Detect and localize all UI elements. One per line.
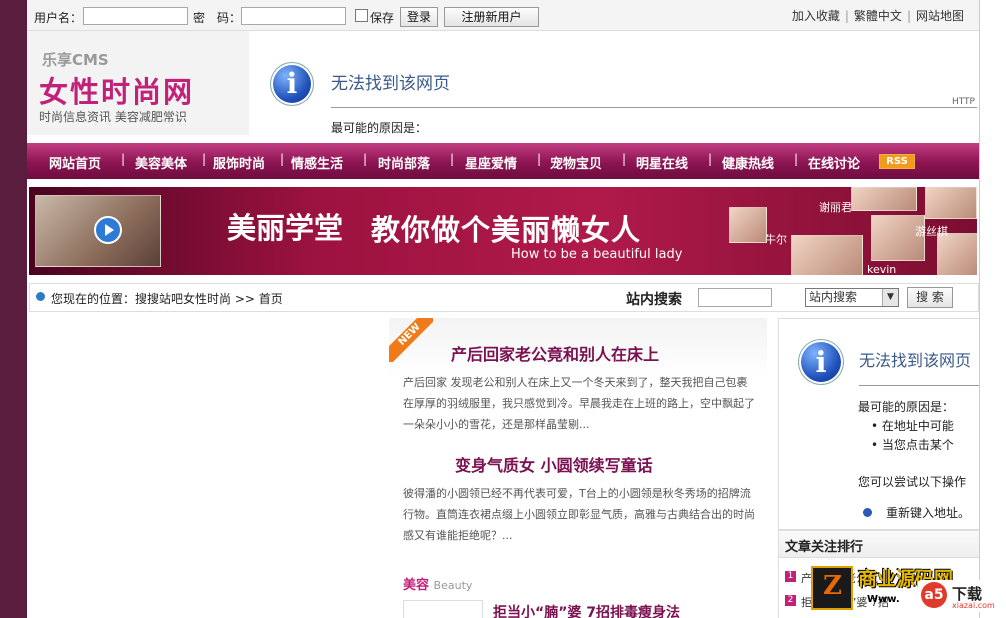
article-excerpt: 产后回家 发现老公和别人在床上又一个冬天来到了，整天我把自己包裹在厚厚的羽绒服里… — [403, 376, 755, 431]
banner-title-b: 教你做个美丽懒女人 — [371, 213, 642, 247]
error-try: 您可以尝试以下操作 — [858, 475, 967, 489]
logo-area[interactable]: 乐享CMS 女性时尚网 时尚信息资讯 美容减肥常识 — [27, 31, 249, 135]
featured-articles: NEW 产后回家老公竟和别人在床上 产后回家 发现老公和别人在床上又一个冬天来到… — [389, 318, 767, 618]
banner-face — [729, 207, 767, 243]
main-nav: 网站首页 | 美容美体 | 服饰时尚 | 情感生活 | 时尚部落 | 星座爱情 … — [27, 143, 979, 179]
section-title-beauty[interactable]: 美容 Beauty — [403, 574, 472, 593]
logo-title: 女性时尚网 — [39, 75, 195, 109]
login-button[interactable]: 登录 — [400, 7, 438, 27]
banner-face — [937, 233, 977, 275]
password-input[interactable] — [241, 7, 346, 25]
sitemap-link[interactable]: 网站地图 — [911, 9, 969, 23]
rank-number: 2 — [785, 595, 796, 606]
banner-title-a: 美丽学堂 — [227, 211, 344, 245]
logo-cms: 乐享CMS — [42, 51, 109, 69]
banner[interactable]: 美丽学堂 教你做个美丽懒女人 How to be a beautiful lad… — [29, 187, 977, 275]
location-bar: 您现在的位置：搜搜站吧女性时尚 >> 首页 站内搜索 站内搜索 ▼ 搜 索 — [29, 283, 979, 312]
banner-name: 牛尔 — [765, 233, 787, 246]
banner-face — [791, 235, 863, 275]
error-http: HTTP — [951, 97, 975, 107]
error-divider — [331, 107, 977, 108]
location-text: 您现在的位置：搜搜站吧女性时尚 >> 首页 — [51, 290, 283, 307]
search-scope-select[interactable]: 站内搜索 ▼ — [805, 288, 899, 307]
article-excerpt: 彼得潘的小圆领已经不再代表可爱，T台上的小圆领是秋冬秀场的招牌流行物。直筒连衣裙… — [403, 487, 755, 542]
banner-face — [925, 187, 977, 219]
username-label: 用户名： — [34, 11, 83, 25]
error-reason: 最可能的原因是： — [858, 400, 955, 414]
header-ad-frame: i 无法找到该网页 HTTP 最可能的原因是： — [249, 31, 979, 135]
article-thumbnail[interactable] — [403, 600, 483, 618]
nav-item-emotion[interactable]: 情感生活 — [291, 153, 343, 172]
username-input[interactable] — [83, 7, 188, 25]
nav-item-home[interactable]: 网站首页 — [49, 153, 101, 172]
bullet-icon — [863, 508, 872, 517]
banner-name: 游丝棋 — [915, 225, 948, 238]
watermark-www: Www. — [867, 594, 900, 605]
info-icon: i — [799, 340, 843, 384]
rss-badge[interactable]: RSS — [879, 154, 915, 169]
ranking-title: 文章关注排行 — [785, 540, 864, 555]
scrollbar-track[interactable] — [979, 0, 1006, 618]
nav-item-beauty[interactable]: 美容美体 — [135, 153, 187, 172]
article-title[interactable]: 拒当小“腩”婆 7招排毒瘦身法 — [493, 602, 680, 618]
logo-slogan: 时尚信息资讯 美容减肥常识 — [39, 110, 187, 124]
nav-item-discuss[interactable]: 在线讨论 — [808, 153, 860, 172]
retype-link[interactable]: 重新键入地址。 — [886, 504, 970, 521]
banner-face — [851, 187, 917, 211]
password-label: 密 码： — [193, 11, 242, 25]
error-bullet: • 在地址中可能 — [871, 419, 954, 433]
location-dot-icon — [36, 292, 45, 301]
rank-number: 1 — [785, 571, 796, 582]
breadcrumb[interactable]: 搜搜站吧女性时尚 >> 首页 — [135, 292, 283, 306]
page: 用户名： 密 码： 保存 登录 注册新用户 加入收藏 | 繁體中文 | 网站地图 乐享C… — [27, 0, 979, 618]
banner-name: kevin — [867, 263, 897, 275]
search-scope-value: 站内搜索 — [809, 290, 858, 304]
nav-item-pets[interactable]: 宠物宝贝 — [550, 153, 602, 172]
chevron-down-icon: ▼ — [882, 289, 898, 306]
banner-name: 谢丽君 — [819, 201, 852, 214]
remember-label: 保存 — [370, 11, 395, 25]
article-title[interactable]: 产后回家老公竟和别人在床上 — [451, 341, 659, 365]
new-badge: NEW — [389, 318, 433, 362]
traditional-chinese-link[interactable]: 繁體中文 — [849, 9, 907, 23]
search-input[interactable] — [698, 288, 772, 307]
error-title: 无法找到该网页 — [331, 74, 450, 94]
add-favorite-link[interactable]: 加入收藏 — [787, 9, 845, 23]
search-label: 站内搜索 — [626, 292, 682, 308]
register-button[interactable]: 注册新用户 — [444, 7, 539, 27]
top-links: 加入收藏 | 繁體中文 | 网站地图 — [787, 7, 969, 24]
nav-item-stars[interactable]: 明星在线 — [636, 153, 688, 172]
error-reason: 最可能的原因是： — [331, 121, 428, 135]
banner-video-thumbnail[interactable] — [35, 195, 161, 267]
watermark-a5: a5 下载 xiazai.com — [918, 580, 1002, 612]
location-prefix: 您现在的位置： — [51, 292, 136, 306]
article-title[interactable]: 变身气质女 小圆领续写童话 — [455, 452, 653, 476]
nav-item-health[interactable]: 健康热线 — [722, 153, 774, 172]
play-icon[interactable] — [94, 216, 122, 244]
error-bullet: • 当您点击某个 — [871, 438, 954, 452]
banner-subtitle: How to be a beautiful lady — [511, 247, 683, 262]
watermark-logo: Z — [811, 566, 853, 610]
nav-item-fashion[interactable]: 服饰时尚 — [213, 153, 265, 172]
info-icon: i — [271, 63, 313, 105]
search-button[interactable]: 搜 索 — [907, 287, 953, 308]
nav-item-tribe[interactable]: 时尚部落 — [378, 153, 430, 172]
side-ad-frame: i 无法找到该网页 最可能的原因是： • 在地址中可能 • 当您点击某个 您可以… — [778, 318, 979, 530]
nav-item-horoscope[interactable]: 星座爱情 — [465, 153, 517, 172]
remember-checkbox[interactable] — [355, 9, 368, 22]
login-bar: 用户名： 密 码： 保存 登录 注册新用户 加入收藏 | 繁體中文 | 网站地图 — [27, 0, 979, 31]
error-title: 无法找到该网页 — [859, 351, 972, 370]
